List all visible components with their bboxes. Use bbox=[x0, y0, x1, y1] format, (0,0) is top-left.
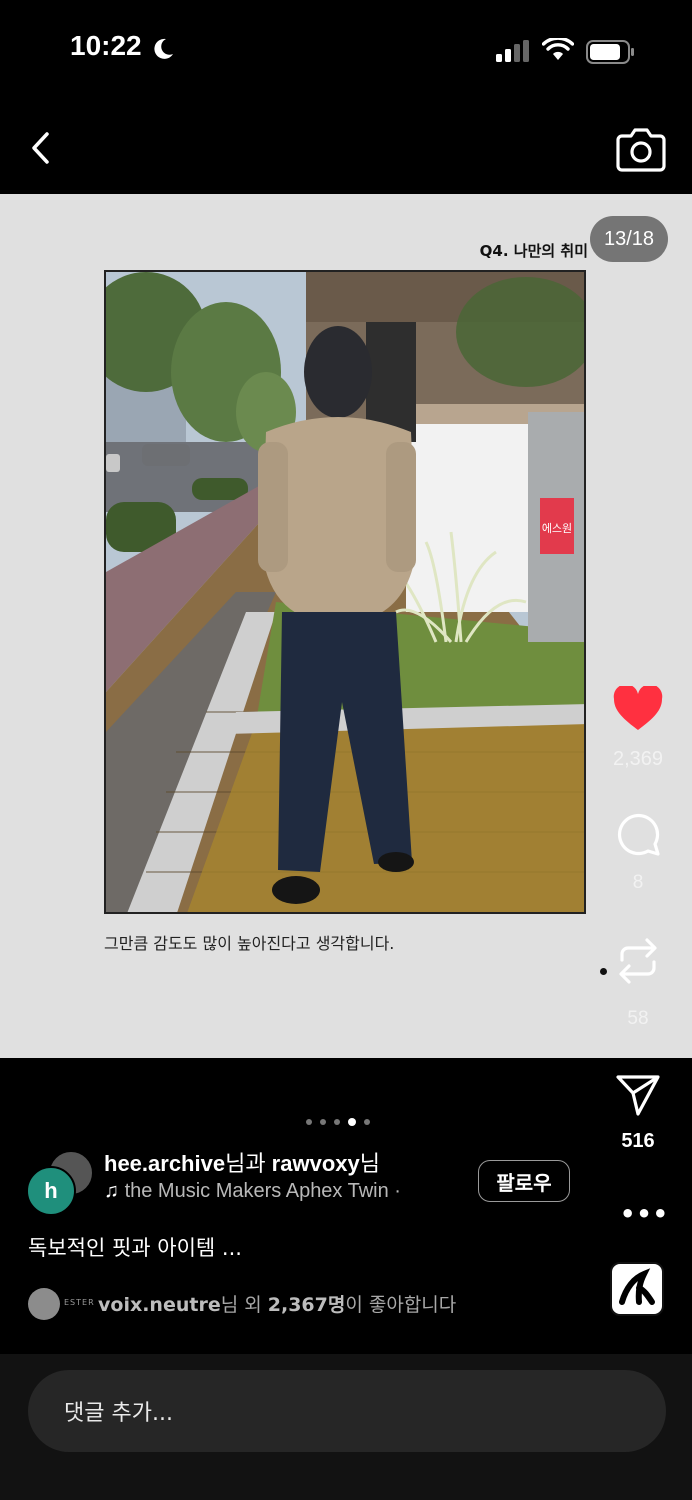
liked-user[interactable]: voix.neutre bbox=[98, 1294, 221, 1316]
repost-indicator-dot bbox=[600, 968, 607, 975]
liked-count[interactable]: 2,367명 bbox=[268, 1294, 346, 1316]
slide-counter: 13/18 bbox=[590, 216, 668, 262]
carousel-dot bbox=[306, 1119, 312, 1125]
heart-icon[interactable] bbox=[612, 686, 664, 732]
author-avatar[interactable]: h bbox=[26, 1166, 76, 1216]
follow-button[interactable]: 팔로우 bbox=[478, 1160, 570, 1202]
more-options-icon[interactable]: ••• bbox=[620, 1200, 669, 1228]
shop-sign-text: 에스원 bbox=[542, 522, 572, 535]
repost-icon[interactable] bbox=[614, 934, 662, 988]
battery-icon bbox=[586, 40, 634, 64]
carousel-indicator bbox=[306, 1118, 370, 1126]
share-send-icon[interactable] bbox=[614, 1072, 662, 1118]
carousel-dot bbox=[334, 1119, 340, 1125]
comment-count: 8 bbox=[632, 872, 644, 893]
author-name-2[interactable]: rawvoxy bbox=[272, 1151, 360, 1176]
music-info[interactable]: ♫ the Music Makers Aphex Twin · bbox=[104, 1180, 456, 1203]
carousel-dot bbox=[320, 1119, 326, 1125]
music-note-icon: ♫ bbox=[104, 1180, 119, 1202]
author-name-1[interactable]: hee.archive bbox=[104, 1151, 225, 1176]
aphex-twin-logo-icon bbox=[619, 1268, 655, 1305]
comment-input[interactable]: 댓글 추가... bbox=[28, 1370, 666, 1452]
signal-icon bbox=[496, 40, 529, 62]
street-scene-image: 에스원 bbox=[106, 272, 584, 912]
repost-count: 58 bbox=[627, 1008, 649, 1029]
slide-question-title: Q4. 나만의 취미 bbox=[479, 242, 588, 260]
share-count: 516 bbox=[621, 1130, 655, 1152]
liked-avatar-tag: ESTER bbox=[64, 1298, 95, 1307]
liked-mid: 님 외 bbox=[220, 1294, 268, 1316]
author-joiner: 님과 bbox=[225, 1151, 272, 1176]
carousel-dot-active bbox=[348, 1118, 356, 1126]
like-count: 2,369 bbox=[612, 748, 664, 770]
post-photo: 에스원 bbox=[104, 270, 586, 914]
music-track-text: the Music Makers Aphex Twin · bbox=[124, 1180, 401, 1202]
author-line[interactable]: hee.archive님과 rawvoxy님 bbox=[104, 1146, 380, 1178]
liked-by-text[interactable]: voix.neutre님 외 2,367명이 좋아합니다 bbox=[98, 1290, 456, 1317]
moon-icon bbox=[154, 38, 173, 59]
author-suffix: 님 bbox=[359, 1151, 380, 1176]
liked-by-avatar[interactable] bbox=[28, 1288, 60, 1320]
slide-caption: 그만큼 감도도 많이 높아진다고 생각합니다. bbox=[104, 934, 395, 953]
carousel-dot bbox=[364, 1119, 370, 1125]
status-time: 10:22 bbox=[70, 30, 142, 61]
wifi-icon bbox=[542, 38, 574, 60]
camera-icon[interactable] bbox=[616, 126, 666, 172]
post-description[interactable]: 독보적인 핏과 아이템 ... bbox=[28, 1232, 242, 1262]
comment-icon[interactable] bbox=[614, 810, 662, 858]
liked-end: 이 좋아합니다 bbox=[345, 1294, 457, 1316]
audio-track-artwork[interactable] bbox=[610, 1262, 664, 1316]
back-arrow-icon[interactable] bbox=[28, 130, 54, 166]
